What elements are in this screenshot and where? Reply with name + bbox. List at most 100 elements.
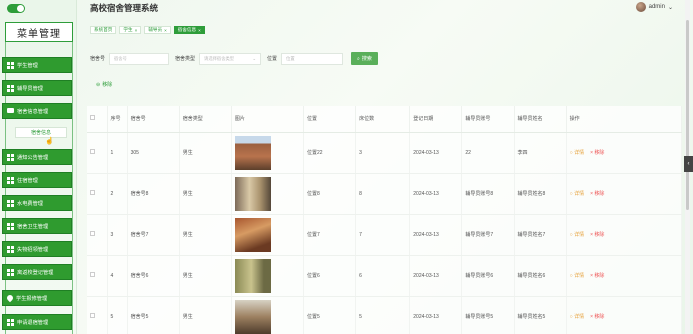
remove-label: 移除 — [594, 273, 605, 279]
remove-button[interactable]: × 移除 — [590, 190, 604, 197]
detail-button[interactable]: ○ 详情 — [570, 149, 584, 156]
column-header — [87, 106, 108, 133]
delete-button[interactable]: ⊖ 移除 — [96, 81, 112, 89]
row-checkbox[interactable] — [90, 272, 95, 277]
detail-button[interactable]: ○ 详情 — [570, 190, 584, 197]
dorm-photo[interactable] — [234, 176, 271, 211]
tab[interactable]: 系统首页 — [90, 26, 117, 34]
sidebar-item[interactable]: 辅导员管理 — [2, 80, 72, 96]
grid-icon — [7, 176, 14, 184]
table-row: 4 宿舍号6 男生 位置6 6 2024-03-13 辅导员账号6 辅导员姓名6 ○ 详情 × 移… — [87, 255, 683, 297]
table-row: 3 宿舍号7 男生 位置7 7 2024-03-13 辅导员账号7 辅导员姓名7 ○ 详情 × 移… — [87, 214, 683, 256]
sidebar-item-label: 住宿管理 — [17, 177, 38, 184]
room-input[interactable]: 宿舍号 — [109, 52, 170, 65]
type-select-placeholder: 请选择宿舍类型 — [204, 55, 235, 61]
detail-label: 详情 — [574, 150, 585, 156]
column-header: 宿舍类型 — [179, 106, 232, 133]
sidebar-item-label: 通知公告管理 — [17, 154, 49, 161]
table-row: 5 宿舍号5 男生 位置5 5 2024-03-13 辅导员账号5 辅导员姓名5 ○ 详情 × 移… — [87, 296, 683, 334]
grid-icon — [7, 61, 14, 69]
remove-button[interactable]: × 移除 — [590, 231, 604, 238]
sidebar-item-label: 辅导员管理 — [17, 85, 43, 92]
grid-icon — [7, 245, 14, 253]
sidebar-item-label: 学生管理 — [17, 62, 38, 69]
close-icon[interactable]: × — [164, 28, 167, 33]
detail-label: 详情 — [574, 232, 585, 238]
image-cell — [231, 214, 305, 256]
cell-index: 5 — [107, 296, 128, 334]
sidebar-item-label: 水电费管理 — [17, 200, 43, 207]
remove-button[interactable]: × 移除 — [590, 313, 604, 320]
cell-counselor_account: 22 — [461, 132, 515, 174]
remove-label: 移除 — [594, 314, 605, 320]
tab[interactable]: 学生 × — [119, 26, 142, 34]
user-menu[interactable]: admin ⌄ — [635, 2, 673, 12]
close-icon[interactable]: × — [198, 28, 201, 33]
tab[interactable]: 宿舍信息 × — [173, 26, 205, 34]
sidebar-item-label: 宿舍信息管理 — [17, 108, 49, 115]
row-checkbox[interactable] — [90, 149, 95, 154]
detail-button[interactable]: ○ 详情 — [570, 231, 584, 238]
sidebar-item[interactable]: 宿舍卫生管理 — [2, 218, 72, 234]
pointer-cursor-icon: ☝ — [45, 138, 54, 145]
sidebar-item-label: 离返校登记管理 — [17, 269, 54, 276]
select-all-checkbox[interactable] — [90, 115, 95, 121]
sidebar-item[interactable]: 住宿管理 — [2, 172, 72, 188]
close-icon[interactable]: × — [135, 28, 138, 33]
cell-type: 男生 — [179, 132, 232, 174]
row-checkbox[interactable] — [90, 313, 95, 318]
location-input[interactable]: 位置 — [281, 52, 344, 65]
dorm-photo[interactable] — [234, 258, 271, 293]
sidebar-item[interactable]: 学生报修管理 — [2, 290, 72, 306]
sidebar-item[interactable]: 宿舍信息管理 — [2, 103, 72, 119]
scrollbar-thumb[interactable] — [686, 20, 689, 210]
cell-date: 2024-03-13 — [409, 173, 463, 215]
cell-location: 位置5 — [303, 296, 357, 334]
detail-label: 详情 — [574, 191, 585, 197]
sidebar-item[interactable]: 水电费管理 — [2, 195, 72, 211]
sidebar-item[interactable]: 离返校登记管理 — [2, 264, 72, 280]
type-select[interactable]: 请选择宿舍类型 ⌄ — [199, 52, 262, 65]
cell-room: 305 — [127, 132, 180, 174]
dorm-photo[interactable] — [234, 135, 271, 170]
search-button[interactable]: ⌕ 搜索 — [351, 52, 378, 65]
cell-counselor_name: 辅导员姓名5 — [514, 296, 567, 334]
topbar: 高校宿舍管理系统 admin ⌄ — [78, 0, 693, 14]
row-checkbox-cell — [87, 296, 108, 334]
column-header: 序号 — [107, 106, 128, 133]
grid-icon — [7, 222, 14, 230]
dorm-photo[interactable] — [234, 299, 271, 334]
cell-type: 男生 — [179, 296, 232, 334]
table-header-row: 序号 宿舍号 宿舍类型 图片 位置 床位数 登记日期 辅导员账号 辅导员姓名 操作 — [87, 106, 683, 133]
grid-icon — [7, 268, 14, 276]
cell-date: 2024-03-13 — [409, 132, 463, 174]
detail-button[interactable]: ○ 详情 — [570, 313, 584, 320]
cell-counselor_name: 辅导员姓名8 — [514, 173, 567, 215]
cell-counselor_account: 辅导员账号6 — [461, 255, 515, 297]
cell-beds: 5 — [355, 296, 411, 334]
remove-label: 移除 — [594, 232, 605, 238]
sidebar-guide-line — [72, 42, 73, 334]
cell-room: 宿舍号5 — [127, 296, 180, 334]
row-checkbox[interactable] — [90, 231, 95, 236]
tab-bar: 系统首页 学生 × 辅导员 × 宿舍信息 × — [90, 26, 205, 34]
tab[interactable]: 辅导员 × — [144, 26, 171, 34]
sidebar-item[interactable]: 通知公告管理 — [2, 149, 72, 165]
remove-button[interactable]: × 移除 — [590, 149, 604, 156]
cell-location: 位置7 — [303, 214, 357, 256]
type-label: 宿舍类型 — [175, 56, 196, 62]
remove-button[interactable]: × 移除 — [590, 272, 604, 279]
sidebar-item[interactable]: 失物招领管理 — [2, 241, 72, 257]
chevron-left-icon[interactable]: ‹ — [684, 156, 693, 172]
avatar — [635, 2, 646, 12]
cell-counselor_name: 辅导员姓名7 — [514, 214, 567, 256]
dorm-photo[interactable] — [234, 217, 271, 252]
sidebar-item[interactable]: 申请退宿管理 — [2, 314, 72, 330]
sidebar-toggle[interactable] — [7, 4, 25, 13]
row-checkbox[interactable] — [90, 190, 95, 195]
image-cell — [231, 132, 305, 174]
sidebar-item[interactable]: 学生管理 — [2, 57, 72, 73]
sidebar-subitem-dorm-info[interactable]: 宿舍信息 — [15, 127, 67, 138]
detail-button[interactable]: ○ 详情 — [570, 272, 584, 279]
detail-label: 详情 — [574, 273, 585, 279]
